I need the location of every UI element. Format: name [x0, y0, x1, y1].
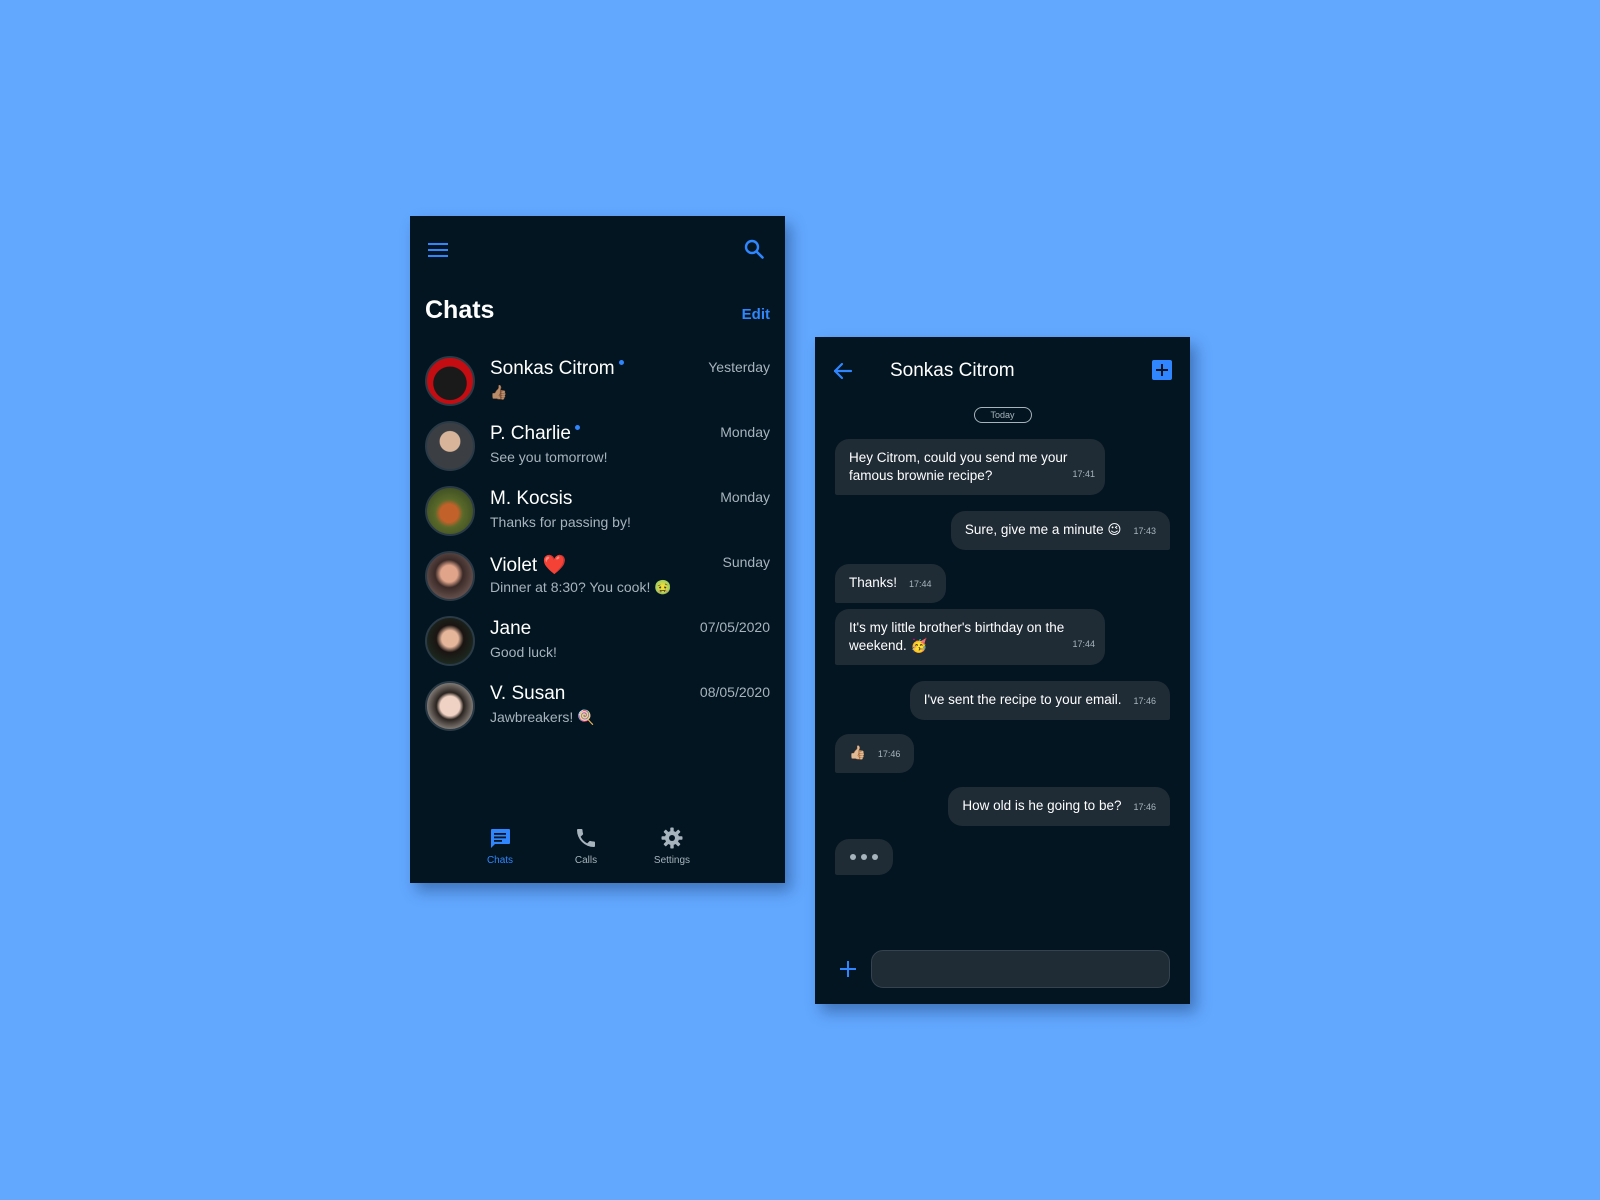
tab-label: Settings — [653, 855, 691, 866]
list-header: Chats Edit — [425, 296, 770, 336]
gear-icon — [661, 827, 683, 849]
message-text: I've sent the recipe to your email. — [923, 692, 1122, 707]
message-text: Sure, give me a minute 😉 — [964, 522, 1122, 537]
message-time: 17:44 — [1072, 639, 1095, 649]
chat-date: Yesterday — [708, 359, 770, 375]
chat-row-sonkas-citrom[interactable]: Sonkas Citrom 👍🏽 Yesterday — [425, 356, 770, 421]
arrow-left-icon[interactable] — [831, 359, 855, 383]
chat-date: Sunday — [722, 554, 770, 570]
chat-preview: See you tomorrow! — [490, 449, 608, 465]
chat-preview: Jawbreakers! 🍭 — [490, 709, 595, 725]
bottom-tab-bar: Chats Calls Settings — [410, 825, 785, 875]
message-text: How old is he going to be? — [962, 798, 1122, 813]
unread-dot — [618, 360, 624, 365]
message-time: 17:46 — [877, 749, 901, 759]
message-time: 17:44 — [909, 579, 932, 589]
message-time: 17:43 — [1133, 526, 1156, 536]
chat-row-jane[interactable]: Jane Good luck! 07/05/2020 — [425, 616, 770, 681]
tab-label: Chats — [486, 855, 514, 866]
chat-preview: 👍🏽 — [490, 384, 508, 400]
message-incoming: Hey Citrom, could you send me your famou… — [835, 439, 1105, 495]
tab-chats[interactable]: Chats — [470, 825, 530, 866]
typing-indicator — [835, 839, 893, 875]
tab-settings[interactable]: Settings — [642, 825, 702, 866]
plus-square-icon[interactable] — [1152, 360, 1172, 380]
hamburger-menu-icon[interactable] — [426, 238, 450, 262]
typing-dot — [861, 854, 867, 860]
message-incoming: It's my little brother's birthday on the… — [835, 609, 1105, 665]
chat-preview: Good luck! — [490, 644, 557, 660]
search-icon[interactable] — [741, 236, 767, 262]
chat-row-p-charlie[interactable]: P. Charlie See you tomorrow! Monday — [425, 421, 770, 486]
message-time: 17:46 — [1133, 696, 1156, 706]
unread-dot — [574, 425, 580, 430]
message-text: Hey Citrom, could you send me your famou… — [849, 450, 1068, 483]
chat-name: P. Charlie — [490, 423, 580, 445]
chat-date: Monday — [720, 489, 770, 505]
message-incoming: Thanks! 17:44 — [835, 564, 946, 603]
chat-name: Violet ❤️ — [490, 555, 567, 576]
chat-row-m-kocsis[interactable]: M. Kocsis Thanks for passing by! Monday — [425, 486, 770, 551]
chat-preview: Dinner at 8:30? You cook! 🤢 — [490, 579, 672, 595]
message-outgoing: I've sent the recipe to your email. 17:46 — [909, 681, 1170, 720]
chat-date: Monday — [720, 424, 770, 440]
chat-list: Sonkas Citrom 👍🏽 Yesterday P. Charlie Se… — [425, 356, 770, 746]
message-input[interactable] — [871, 950, 1170, 988]
chat-date: 07/05/2020 — [699, 619, 770, 635]
message-text: Thanks! — [849, 575, 898, 590]
chat-bubble-icon — [491, 829, 510, 848]
chat-name: M. Kocsis — [490, 488, 573, 509]
chat-name: Sonkas Citrom — [490, 358, 624, 380]
typing-dot — [850, 854, 856, 860]
message-text: 👍🏼 — [849, 745, 866, 760]
chat-row-violet[interactable]: Violet ❤️ Dinner at 8:30? You cook! 🤢 Su… — [425, 551, 770, 616]
avatar — [425, 421, 475, 471]
message-incoming: 👍🏼 17:46 — [835, 734, 915, 773]
chat-date: 08/05/2020 — [699, 684, 770, 700]
chat-name: V. Susan — [490, 683, 566, 704]
date-separator: Today — [973, 407, 1032, 423]
phone-icon — [577, 829, 595, 847]
contact-name: Sonkas Citrom — [890, 360, 1015, 381]
avatar — [425, 681, 475, 731]
plus-icon[interactable] — [837, 958, 859, 980]
tab-label: Calls — [574, 855, 598, 866]
chat-list-screen: Chats Edit Sonkas Citrom 👍🏽 Yesterday P.… — [410, 216, 785, 883]
avatar — [425, 486, 475, 536]
message-outgoing: How old is he going to be? 17:46 — [948, 787, 1170, 826]
top-bar — [410, 216, 785, 286]
page-title: Chats — [425, 296, 495, 324]
conversation-screen: Sonkas Citrom Today Hey Citrom, could yo… — [815, 337, 1190, 1004]
message-outgoing: Sure, give me a minute 😉 17:43 — [950, 511, 1170, 550]
avatar — [425, 616, 475, 666]
avatar — [425, 551, 475, 601]
message-text: It's my little brother's birthday on the… — [849, 620, 1065, 653]
avatar — [425, 356, 475, 406]
edit-button[interactable]: Edit — [742, 306, 770, 323]
message-time: 17:41 — [1072, 469, 1095, 479]
typing-dot — [872, 854, 878, 860]
chat-name: Jane — [490, 618, 532, 639]
message-time: 17:46 — [1133, 802, 1156, 812]
tab-calls[interactable]: Calls — [556, 825, 616, 866]
message-composer — [815, 950, 1190, 988]
chat-preview: Thanks for passing by! — [490, 514, 631, 530]
chat-row-v-susan[interactable]: V. Susan Jawbreakers! 🍭 08/05/2020 — [425, 681, 770, 746]
